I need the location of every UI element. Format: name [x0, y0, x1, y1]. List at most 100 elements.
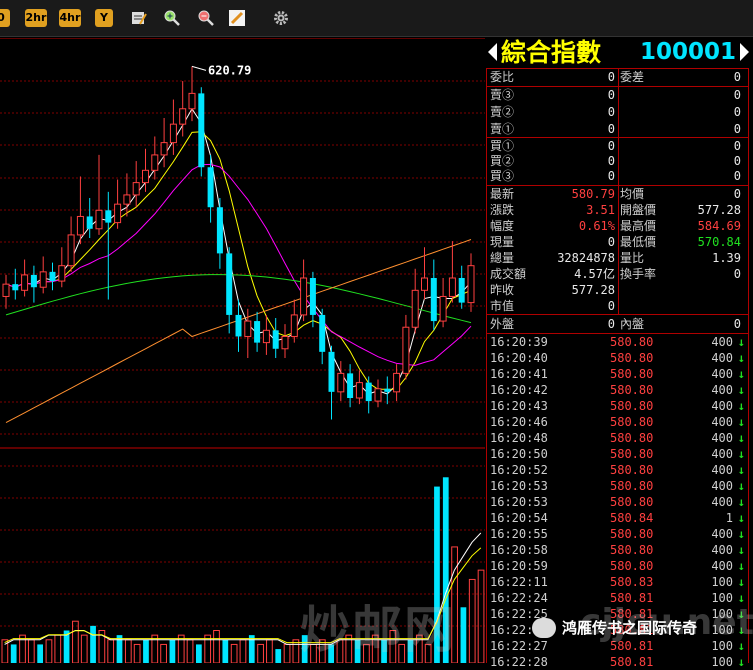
trade-price: 580.80	[610, 415, 654, 429]
trade-volume: 400	[711, 447, 733, 461]
tab-icon[interactable]: 0	[0, 9, 10, 27]
ask-price: 0	[607, 88, 615, 102]
order-ratio-row: 委比 0 委差 0	[486, 69, 747, 85]
kline-chart[interactable]: 620.79	[0, 38, 485, 663]
bid-price: 0	[607, 154, 615, 168]
trade-time: 16:20:43	[490, 399, 548, 413]
high-marker-line	[191, 65, 207, 71]
period-2hr-icon[interactable]: 2hr	[25, 9, 47, 27]
period-year-icon[interactable]: Y	[95, 9, 113, 27]
candle-body	[86, 216, 93, 229]
candle-body	[448, 277, 456, 297]
candle-body	[272, 330, 279, 349]
candle-body	[309, 278, 316, 315]
volume-bar	[72, 620, 79, 663]
stat-label: 幅度	[490, 219, 515, 233]
wechat-account: 鸿雁传书之国际传奇	[562, 619, 698, 637]
next-index-arrow-icon[interactable]	[740, 43, 749, 61]
candle-body	[300, 277, 308, 316]
ask-volume: 0	[733, 88, 741, 102]
candle-body	[207, 167, 214, 208]
volume-bar	[460, 607, 467, 663]
ask-row: 賣① 0 0	[486, 121, 747, 137]
trade-volume: 400	[711, 399, 733, 413]
candle-body	[439, 295, 447, 322]
stat-row: 幅度 0.61% 最高價 584.69	[486, 218, 747, 234]
candle-body	[337, 372, 345, 393]
bid-label: 買②	[490, 154, 515, 168]
trade-time: 16:20:59	[490, 559, 548, 573]
candle-body	[12, 284, 19, 291]
outer-inner-row: 外盤 0 內盤 0	[486, 316, 747, 332]
trade-row: 16:20:55 580.80 400 ↓	[486, 526, 747, 542]
ask-label: 賣①	[490, 122, 515, 136]
candle-body	[188, 92, 196, 110]
trade-price: 580.84	[610, 511, 654, 525]
stat-row: 成交額 4.57亿 換手率 0	[486, 266, 747, 282]
candle-body	[467, 265, 475, 304]
trade-direction-arrow-icon: ↓	[737, 351, 745, 365]
volume-bar	[107, 639, 115, 663]
index-code: 100001	[640, 39, 737, 65]
trade-price: 580.80	[610, 479, 654, 493]
pencil-draw-icon[interactable]	[229, 10, 245, 26]
edit-list-icon[interactable]	[131, 10, 147, 26]
volume-bar	[257, 643, 264, 663]
bid-volume: 0	[733, 169, 741, 183]
panel-divider	[486, 314, 748, 315]
stat-value: 32824878	[557, 251, 615, 265]
candle-body	[365, 382, 372, 402]
candle-body	[393, 372, 401, 393]
ask-label: 賣③	[490, 88, 515, 102]
candle-body	[328, 351, 335, 392]
volume-bar	[37, 644, 44, 663]
wechat-badge: 鸿雁传书之国际传奇	[532, 616, 753, 644]
trade-volume: 400	[711, 415, 733, 429]
trade-time: 16:20:58	[490, 543, 548, 557]
gear-icon[interactable]	[273, 10, 289, 26]
candle-body	[151, 154, 159, 171]
trade-time: 16:20:53	[490, 495, 548, 509]
stat-value: 0.61%	[578, 219, 615, 233]
stat-value-2: 0	[733, 267, 741, 281]
chart-svg: 620.79	[0, 38, 485, 663]
candle-body	[142, 169, 149, 184]
index-name: 綜合指數	[501, 38, 602, 67]
candle-body	[95, 209, 103, 230]
stat-value-2: 570.84	[697, 235, 741, 249]
trade-volume: 400	[711, 559, 733, 573]
bid-row: 買③ 0 0	[486, 168, 747, 184]
stat-label-2: 開盤價	[620, 203, 657, 217]
trade-direction-arrow-icon: ↓	[737, 479, 745, 493]
candle-body	[235, 314, 242, 337]
trade-price: 580.80	[610, 527, 654, 541]
toolbar: 0 2hr 4hr Y	[0, 0, 753, 37]
trade-time: 16:20:52	[490, 463, 548, 477]
trade-price: 580.80	[610, 431, 654, 445]
candle-body	[458, 278, 465, 303]
volume-bar	[133, 643, 141, 663]
prev-index-arrow-icon[interactable]	[488, 43, 497, 61]
trade-price: 580.83	[610, 575, 654, 589]
trade-price: 580.80	[610, 367, 654, 381]
trade-price: 580.80	[610, 463, 654, 477]
stat-label: 昨收	[490, 283, 515, 297]
trade-row: 16:22:28 580.81 100 ↓	[486, 654, 747, 670]
trade-direction-arrow-icon: ↓	[737, 527, 745, 541]
trade-direction-arrow-icon: ↓	[737, 575, 745, 589]
outer-label: 外盤	[490, 317, 515, 331]
candle-body	[244, 320, 252, 337]
trade-volume: 1	[725, 511, 733, 525]
stat-value: 0	[607, 299, 615, 313]
period-4hr-icon[interactable]: 4hr	[59, 9, 81, 27]
zoom-in-icon[interactable]	[164, 10, 180, 26]
trade-time: 16:22:28	[490, 655, 548, 669]
trade-price: 580.80	[610, 335, 654, 349]
candle-body	[347, 373, 354, 398]
trade-price: 580.80	[610, 495, 654, 509]
bid-row: 買② 0 0	[486, 153, 747, 169]
trade-volume: 100	[711, 575, 733, 589]
stat-value: 0	[607, 235, 615, 249]
zoom-out-icon[interactable]	[198, 10, 214, 26]
stat-label-2: 換手率	[620, 267, 657, 281]
